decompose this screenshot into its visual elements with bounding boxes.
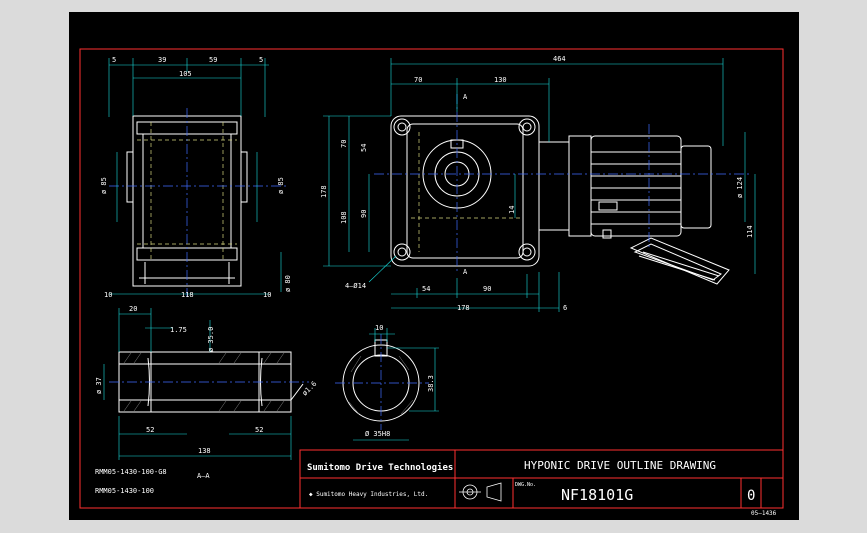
dim-s20: 20 xyxy=(129,305,137,313)
dim-k383: 38.3 xyxy=(427,375,435,392)
dim-hole: 4–Ø14 xyxy=(345,282,366,290)
dim-130: 130 xyxy=(494,76,507,84)
dim-v-54: 54 xyxy=(360,144,368,152)
dim-v-108: 108 xyxy=(340,211,348,224)
dim-80: ø 80 xyxy=(284,275,292,292)
dim-v-70: 70 xyxy=(340,140,348,148)
section-mark-top: A xyxy=(463,93,468,101)
dim-464: 464 xyxy=(553,55,566,63)
dim-10-right: 10 xyxy=(263,291,271,299)
dim-s37: ø 37 xyxy=(95,377,103,394)
dim-118: 118 xyxy=(181,291,194,299)
sheet-code: 05–1436 xyxy=(751,510,777,517)
dim-v-124: ø 124 xyxy=(736,177,744,198)
side-view-centerlines xyxy=(109,108,289,297)
dim-59: 59 xyxy=(209,56,217,64)
dim-v-114: 114 xyxy=(746,225,754,238)
front-view-centerlines xyxy=(374,94,749,274)
dim-5-left: 5 xyxy=(112,56,116,64)
dim-k10: 10 xyxy=(375,324,383,332)
part-number-1: RMM05-1430-100-G8 xyxy=(95,468,167,476)
projection-symbol xyxy=(459,482,502,502)
revision: 0 xyxy=(747,488,755,504)
shaft-dims xyxy=(103,308,292,460)
drawing-sheet: 5 39 59 5 105 ø 85 ø 85 10 118 10 ø 80 4… xyxy=(69,12,799,520)
dim-s175: 1.75 xyxy=(170,326,187,334)
dwg-no: NF18101G xyxy=(561,486,633,504)
section-mark-bottom: A xyxy=(463,268,468,276)
dim-h-6: 6 xyxy=(563,304,567,312)
dim-70: 70 xyxy=(414,76,422,84)
dim-5-right: 5 xyxy=(259,56,263,64)
dim-v-90: 90 xyxy=(360,210,368,218)
drawing-title: HYPONIC DRIVE OUTLINE DRAWING xyxy=(524,459,716,472)
dim-s359: ø 35.0 xyxy=(207,327,215,352)
dwg-no-label: DWG.No. xyxy=(515,482,536,488)
dim-h-178: 178 xyxy=(457,304,470,312)
dim-10-left: 10 xyxy=(104,291,112,299)
part-number-2: RMM05-1430-100 xyxy=(95,487,154,495)
dim-k35: Ø 35H8 xyxy=(365,430,390,438)
dim-85-right: ø 85 xyxy=(277,177,285,194)
dim-105: 105 xyxy=(179,70,192,78)
dim-39: 39 xyxy=(158,56,166,64)
company-name: ◆ Sumitomo Heavy Industries, Ltd. xyxy=(309,491,428,498)
brand-name: Sumitomo Drive Technologies xyxy=(307,462,453,473)
front-view xyxy=(390,115,730,285)
dim-85-left: ø 85 xyxy=(100,177,108,194)
dim-s52-right: 52 xyxy=(255,426,263,434)
dim-h-90: 90 xyxy=(483,285,491,293)
dim-s138: 138 xyxy=(198,447,211,455)
dim-v-178: 178 xyxy=(320,185,328,198)
bore-centerlines xyxy=(335,334,429,430)
dim-v-14: 14 xyxy=(508,206,516,214)
dim-s16: ø1.6 xyxy=(301,380,319,398)
dim-h-54: 54 xyxy=(422,285,430,293)
side-view-dims xyxy=(108,58,282,295)
dim-s52-left: 52 xyxy=(146,426,154,434)
section-label: A–A xyxy=(197,472,210,480)
